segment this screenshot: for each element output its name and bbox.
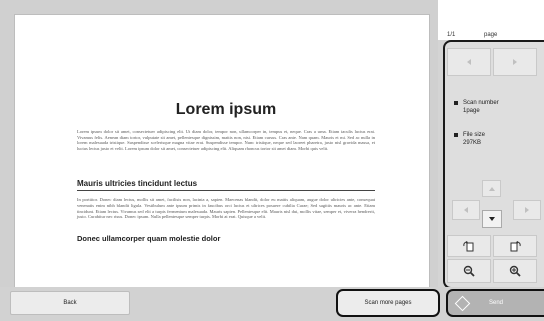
bullet-icon <box>454 133 458 137</box>
zoom-in-icon <box>509 265 521 277</box>
bullet-icon <box>454 101 458 105</box>
page-unit-label: page <box>484 32 498 38</box>
scan-number-label: Scan number <box>463 100 499 106</box>
rotate-left-icon <box>463 241 474 252</box>
document-section-heading-2: Donec ullamcorper quam molestie dolor <box>77 233 221 243</box>
document-section-heading-1: Mauris ultricies tincidunt lectus <box>77 179 375 192</box>
file-size-label: File size <box>463 132 486 138</box>
scan-more-pages-button[interactable]: Scan more pages <box>336 289 440 317</box>
back-button[interactable]: Back <box>10 291 130 315</box>
document-paragraph-1: Lorem ipsum dolor sit amet, consectetuer… <box>77 129 375 151</box>
chevron-up-icon <box>488 186 495 191</box>
scan-number-value: 1page <box>463 108 480 114</box>
rotate-right-button[interactable] <box>493 235 537 257</box>
page-count: 1/1 <box>447 32 456 38</box>
file-size-value: 297KB <box>463 140 482 146</box>
scan-preview-area: Lorem ipsum Lorem ipsum dolor sit amet, … <box>0 0 438 287</box>
page-indicator-area: 1/1 page <box>438 0 544 40</box>
chevron-down-icon <box>489 217 495 221</box>
chevron-left-icon <box>464 207 468 213</box>
preview-control-panel: Scan number 1page File size 297KB <box>443 40 544 289</box>
scanned-page: Lorem ipsum Lorem ipsum dolor sit amet, … <box>14 14 430 287</box>
scroll-left-button[interactable] <box>452 200 480 220</box>
zoom-out-button[interactable] <box>447 259 491 283</box>
scroll-right-button[interactable] <box>513 200 541 220</box>
send-icon <box>454 295 471 312</box>
chevron-right-icon <box>525 207 529 213</box>
document-title: Lorem ipsum <box>175 101 277 118</box>
prev-page-button[interactable] <box>447 48 491 76</box>
send-button[interactable]: Send <box>446 289 544 317</box>
scroll-down-button[interactable] <box>482 210 502 228</box>
send-button-label: Send <box>488 300 503 306</box>
zoom-out-icon <box>463 265 475 277</box>
scroll-up-button[interactable] <box>482 180 501 197</box>
chevron-left-icon <box>467 59 471 65</box>
rotate-right-icon <box>510 241 521 252</box>
zoom-in-button[interactable] <box>493 259 537 283</box>
next-page-button[interactable] <box>493 48 537 76</box>
document-paragraph-2: In porttitor. Donec diam lectus, mollis … <box>77 197 375 220</box>
chevron-right-icon <box>513 59 517 65</box>
rotate-left-button[interactable] <box>447 235 491 257</box>
